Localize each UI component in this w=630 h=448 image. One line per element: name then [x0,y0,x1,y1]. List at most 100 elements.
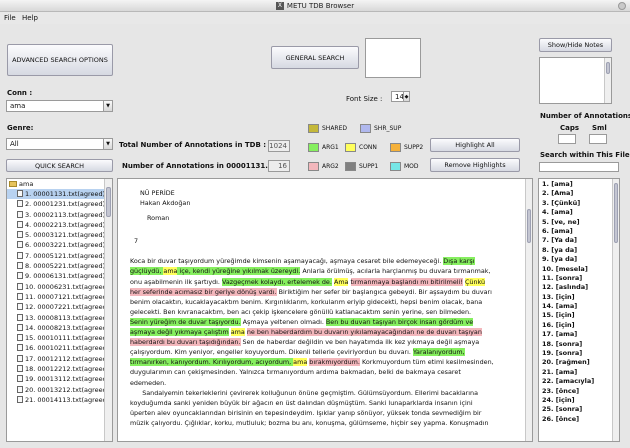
advanced-search-button[interactable]: ADVANCED SEARCH OPTIONS [7,44,113,76]
file-tree-item[interactable]: 3. 00002113.txt(agreed) [7,210,112,220]
result-item[interactable]: 15. [için] [539,311,619,320]
file-tree-item-label: 8. 00005221.txt(agreed) [25,262,106,271]
result-item[interactable]: 19. [sonra] [539,349,619,358]
file-tree-item[interactable]: 2. 00001231.txt(agreed) [7,199,112,209]
result-item[interactable]: 24. [için] [539,396,619,405]
search-within-file-input[interactable] [539,162,619,172]
result-item[interactable]: 6. [ama] [539,227,619,236]
result-item[interactable]: 2. [Ama] [539,189,619,198]
file-tree-item[interactable]: 4. 00002213.txt(agreed) [7,220,112,230]
result-item[interactable]: 17. [ama] [539,330,619,339]
document-view[interactable]: NÜ PERİDE Hakan Akdoğan Roman 7 Koca bir… [117,178,533,442]
annotation-span[interactable]: aşmaya değil yıkmaya çalıştım [130,328,229,337]
notes-area[interactable] [539,57,612,104]
file-tree-item[interactable]: 18. 00012212.txt(agreed) [7,364,112,374]
result-item[interactable]: 4. [ama] [539,208,619,217]
general-search-button[interactable]: GENERAL SEARCH [271,46,359,69]
annotation-span[interactable]: haberdardı bu duvarı taşıdığından. [130,338,241,347]
show-hide-notes-button[interactable]: Show/Hide Notes [539,38,612,52]
chevron-down-icon[interactable]: ▼ [103,139,112,149]
notes-scrollbar[interactable] [604,58,611,103]
result-item[interactable]: 20. [rağmen] [539,358,619,367]
scrollbar-thumb[interactable] [527,209,531,243]
annotation-span[interactable]: Senin yüreğim de duvar taşıyordu. [130,317,241,326]
annotation-span[interactable]: Çünkü [464,277,486,286]
result-item[interactable]: 12. [aslında] [539,283,619,292]
result-item[interactable]: 1. [ama] [539,180,619,189]
file-tree-item[interactable]: 12. 00007221.txt(agreed) [7,302,112,312]
result-item[interactable]: 13. [için] [539,293,619,302]
file-tree-item[interactable]: 20. 00013212.txt(agreed) [7,385,112,395]
annotation-span[interactable]: güçlüydü, [130,267,164,276]
scrollbar-thumb[interactable] [606,62,610,74]
result-item[interactable]: 9. [ya da] [539,255,619,264]
file-tree-item[interactable]: 1. 00001131.txt(agreed) [7,189,112,200]
result-item[interactable]: 7. [Ya da] [539,236,619,245]
annotation-span[interactable]: ama [163,267,178,276]
file-tree-item[interactable]: 7. 00005121.txt(agreed) [7,251,112,261]
result-item[interactable]: 14. [ama] [539,302,619,311]
tree-root[interactable]: ama [7,179,112,189]
annotation-span[interactable]: ama [293,358,308,367]
file-tree-item[interactable]: 14. 00008213.txt(agreed) [7,323,112,333]
result-item[interactable]: 26. [önce] [539,415,619,424]
file-tree-item[interactable]: 11. 00007121.txt(agreed) [7,292,112,302]
file-tree-item[interactable]: 19. 00013112.txt(agreed) [7,374,112,384]
result-item[interactable]: 25. [sonra] [539,405,619,414]
annotation-span[interactable]: Ama [333,277,349,286]
document-scrollbar[interactable] [525,179,532,441]
result-item[interactable]: 22. [amacıyla] [539,377,619,386]
file-tree-item[interactable]: 16. 00010211.txt(agreed) [7,343,112,353]
annotation-span[interactable]: içe, kendi yüreğine yıkılmak üzereydi. [177,267,301,276]
annotation-span[interactable]: tırmanmaya başlandı mı bitirilmeli! [350,277,463,286]
genre-select[interactable]: All ▼ [6,138,113,150]
annotation-span[interactable]: ne ben haberdardım bu duvarın yıkılamaya… [246,328,482,337]
menu-file[interactable]: File [4,12,16,24]
file-tree-item[interactable]: 5. 00003121.txt(agreed) [7,230,112,240]
file-tree-item-label: 9. 00006131.txt(agreed) [25,272,106,281]
result-item[interactable]: 23. [önce] [539,387,619,396]
result-item[interactable]: 5. [ve, ne] [539,218,619,227]
results-scrollbar[interactable] [612,179,619,441]
file-tree-item[interactable]: 6. 00003221.txt(agreed) [7,240,112,250]
chevron-down-icon[interactable]: ▼ [103,101,112,111]
file-tree-item[interactable]: 17. 00012112.txt(agreed) [7,354,112,364]
file-tree-item[interactable]: 9. 00006131.txt(agreed) [7,271,112,281]
annotation-span[interactable]: Ben bu duvarı taşıyan birçok insan gördü… [325,317,474,326]
file-tree-item[interactable]: 8. 00005221.txt(agreed) [7,261,112,271]
annotation-span[interactable]: Yaralanıyordum, [413,348,465,357]
result-item[interactable]: 21. [ama] [539,368,619,377]
result-item[interactable]: 10. [mesela] [539,265,619,274]
result-item[interactable]: 3. [Çünkü] [539,199,619,208]
result-item[interactable]: 16. [için] [539,321,619,330]
annotation-span[interactable]: Vazgeçmek kolaydı, ertelemek de. [222,277,332,286]
annotation-span[interactable]: tırmanırken, kanıyordum. Kırılıyordum, a… [130,358,294,367]
file-tree-item[interactable]: 21. 00014113.txt(agreed) [7,395,112,405]
annotation-span[interactable]: bırakmıyordum. [309,358,360,367]
scrollbar-thumb[interactable] [614,183,618,243]
results-list[interactable]: 1. [ama] 2. [Ama] 3. [Çünkü] 4. [ama] 5. [ve… [538,178,620,442]
highlight-all-button[interactable]: Highlight All [430,138,520,152]
legend-swatch [308,162,319,171]
menu-help[interactable]: Help [22,12,38,24]
doc-header-title: NÜ PERİDE [140,189,175,197]
file-tree[interactable]: ama 1. 00001131.txt(agreed) 2. 00001231.t… [6,178,113,442]
remove-highlights-button[interactable]: Remove Highlights [430,158,520,172]
scrollbar-thumb[interactable] [106,187,111,217]
spinner-arrows-icon[interactable]: ◆ [403,92,409,101]
file-tree-item[interactable]: 13. 00008113.txt(agreed) [7,313,112,323]
annotation-span[interactable]: Dışa karşı [443,257,475,266]
close-icon[interactable] [618,2,626,10]
file-tree-item[interactable]: 15. 00010111.txt(agreed) [7,333,112,343]
annotation-span[interactable]: ama [230,328,245,337]
result-item[interactable]: 18. [sonra] [539,340,619,349]
result-item[interactable]: 11. [sonra] [539,274,619,283]
result-item[interactable]: 8. [ya da] [539,246,619,255]
legend-label: SHR_SUP [374,125,402,132]
annotation-span[interactable]: her seferinde acımasız bir geriye dönüş … [130,287,277,296]
font-size-spinner[interactable]: 14 ◆ [391,91,410,102]
file-tree-item[interactable]: 10. 00006231.txt(agreed) [7,282,112,292]
quick-search-button[interactable]: QUICK SEARCH [6,159,113,172]
conn-select[interactable]: ama ▼ [6,100,113,112]
file-tree-scrollbar[interactable] [104,179,112,441]
